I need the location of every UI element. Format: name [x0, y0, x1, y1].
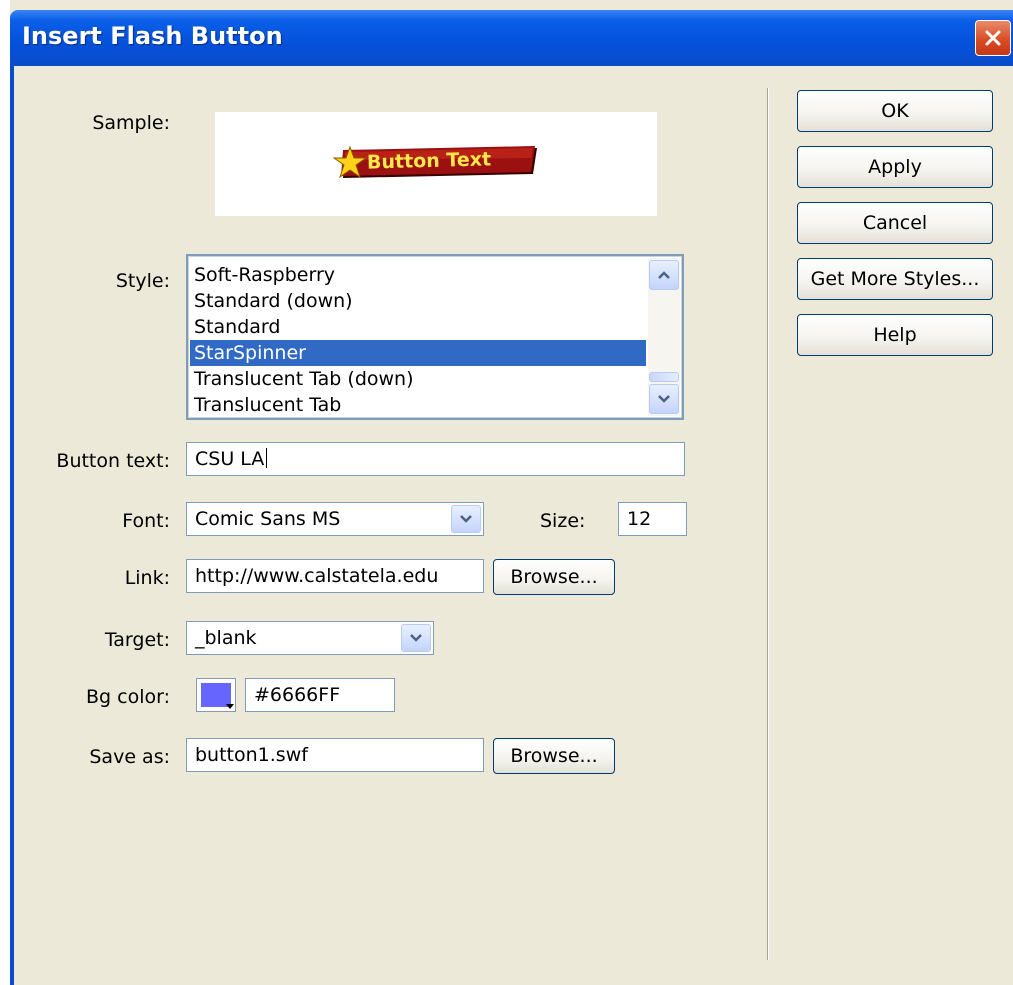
font-label: Font: — [122, 510, 170, 532]
style-option-standard-down[interactable]: Standard (down) — [190, 288, 646, 314]
vertical-separator — [767, 88, 768, 960]
sample-button-preview: Button Text — [333, 146, 539, 180]
target-select[interactable]: _blank — [186, 621, 434, 655]
star-icon — [333, 146, 367, 179]
text-caret — [266, 448, 268, 468]
size-label: Size: — [540, 510, 586, 532]
chevron-down-icon — [460, 515, 472, 523]
sample-button-text: Button Text — [366, 148, 492, 174]
bg-color-value: #6666FF — [254, 684, 341, 706]
save-as-value: button1.swf — [195, 744, 308, 766]
scroll-thumb[interactable] — [649, 372, 679, 382]
style-option-standard[interactable]: Standard — [190, 314, 646, 340]
sample-preview: Button Text — [215, 112, 657, 216]
style-option-translucent-tab[interactable]: Translucent Tab — [190, 392, 646, 418]
bg-color-label: Bg color: — [86, 686, 170, 708]
scroll-up-button[interactable] — [649, 260, 679, 290]
browse-save-button[interactable]: Browse... — [493, 738, 615, 774]
title-bar[interactable]: Insert Flash Button — [10, 10, 1013, 66]
bg-color-swatch-button[interactable] — [196, 678, 236, 712]
apply-button[interactable]: Apply — [797, 146, 993, 188]
get-more-styles-button[interactable]: Get More Styles... — [797, 258, 993, 300]
cancel-button[interactable]: Cancel — [797, 202, 993, 244]
link-value: http://www.calstatela.edu — [195, 565, 439, 587]
scroll-down-button[interactable] — [649, 384, 679, 414]
size-value: 12 — [627, 508, 652, 530]
font-dropdown-button[interactable] — [451, 505, 481, 533]
target-value: _blank — [195, 627, 257, 649]
style-label: Style: — [115, 270, 170, 292]
chevron-up-icon — [658, 271, 670, 279]
close-icon — [985, 30, 1001, 46]
style-option-starspinner[interactable]: StarSpinner — [190, 340, 646, 366]
dialog-title: Insert Flash Button — [22, 22, 283, 50]
bg-color-input[interactable]: #6666FF — [245, 678, 395, 712]
ok-button[interactable]: OK — [797, 90, 993, 132]
target-dropdown-button[interactable] — [401, 624, 431, 652]
insert-flash-button-dialog: Insert Flash Button Sample: Button Text … — [10, 0, 1013, 985]
button-text-label: Button text: — [56, 450, 170, 472]
save-as-input[interactable]: button1.swf — [186, 738, 484, 772]
save-as-label: Save as: — [89, 746, 170, 768]
sample-label: Sample: — [92, 112, 170, 134]
style-option-soft-raspberry[interactable]: Soft-Raspberry — [190, 262, 646, 288]
target-label: Target: — [104, 629, 170, 651]
button-text-value: CSU LA — [195, 448, 265, 470]
style-listbox[interactable]: Soft-Raspberry Standard (down) Standard … — [186, 254, 684, 420]
style-option-translucent-tab-down[interactable]: Translucent Tab (down) — [190, 366, 646, 392]
style-list-scrollbar[interactable] — [648, 258, 680, 416]
chevron-down-icon — [658, 395, 670, 403]
link-label: Link: — [124, 567, 170, 589]
dropdown-triangle-icon — [226, 704, 234, 709]
font-select[interactable]: Comic Sans MS — [186, 502, 484, 536]
close-button[interactable] — [975, 20, 1011, 56]
font-value: Comic Sans MS — [195, 508, 341, 530]
button-text-input[interactable]: CSU LA — [186, 442, 685, 476]
browse-link-button[interactable]: Browse... — [493, 559, 615, 595]
chevron-down-icon — [410, 634, 422, 642]
link-input[interactable]: http://www.calstatela.edu — [186, 559, 484, 593]
size-input[interactable]: 12 — [618, 502, 687, 536]
help-button[interactable]: Help — [797, 314, 993, 356]
